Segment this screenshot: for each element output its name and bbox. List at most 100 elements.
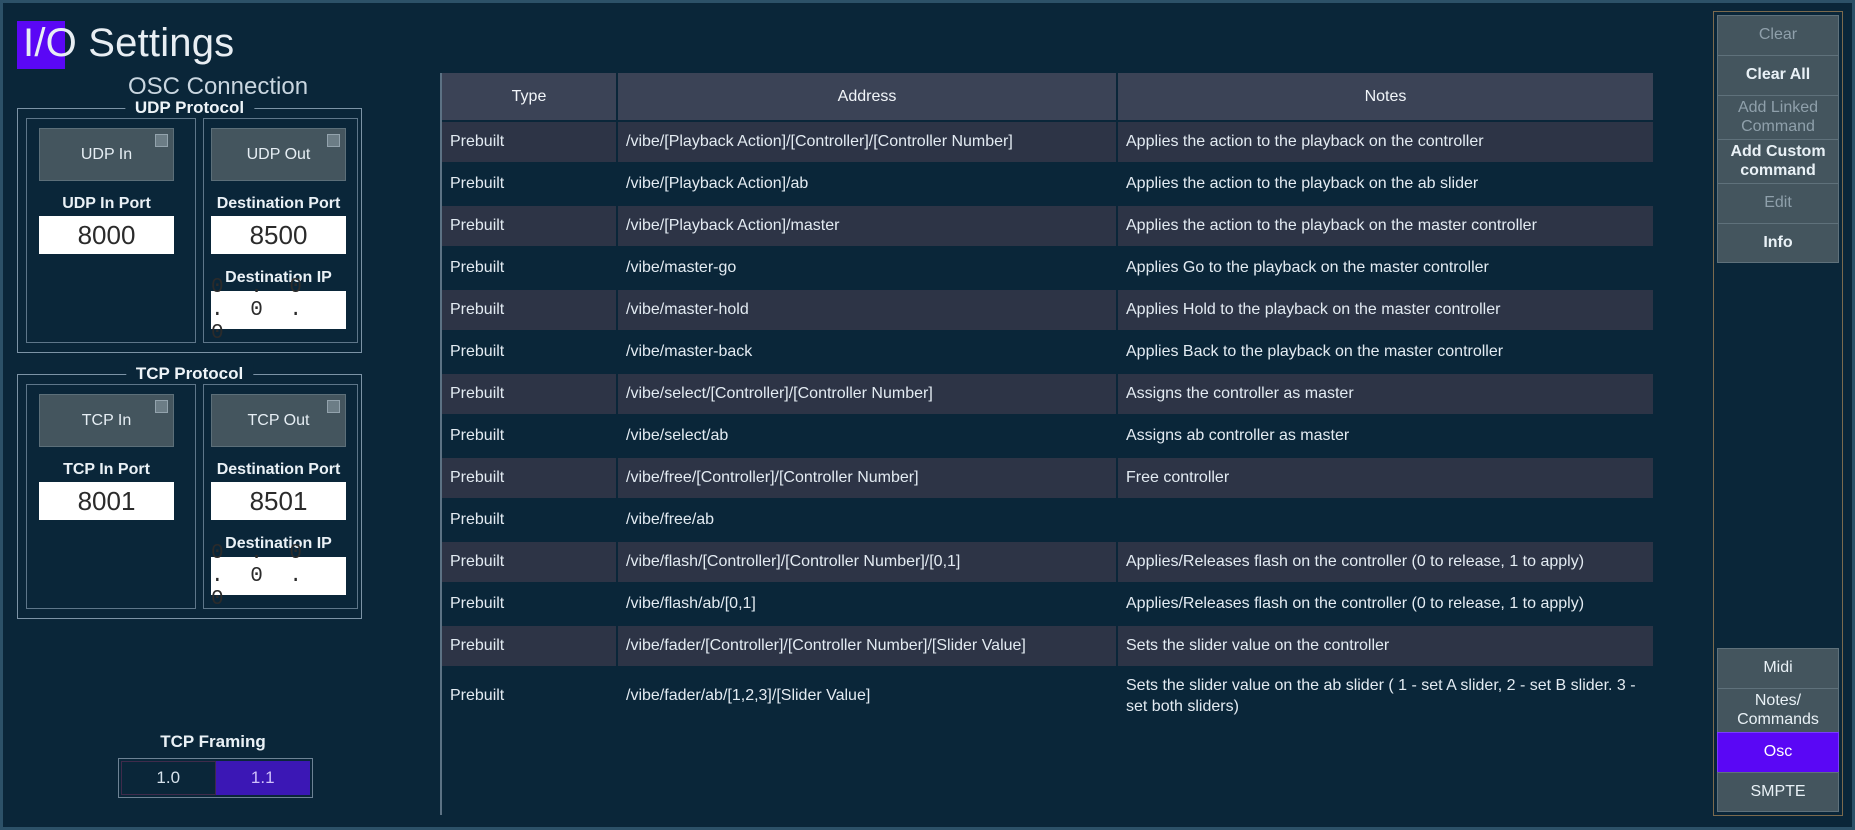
table-row[interactable]: Prebuilt/vibe/[Playback Action]/ab Applie… — [442, 163, 1655, 206]
page-title: I/O Settings — [17, 15, 234, 71]
action-sidebar: Clear Clear All Add Linked Command Add Cust… — [1713, 11, 1843, 816]
tcp-in-port-input[interactable]: 8001 — [39, 482, 174, 520]
cell-notes: Sets the slider value on the controller — [1117, 625, 1655, 668]
table-row[interactable]: Prebuilt/vibe/flash/ab/[0,1] Applies/Rele… — [442, 583, 1655, 626]
table-row[interactable]: Prebuilt/vibe/fader/[Controller]/[Contro… — [442, 625, 1655, 668]
table-row[interactable]: Prebuilt/vibe/[Playback Action]/[Control… — [442, 121, 1655, 164]
cell-address: /vibe/fader/[Controller]/[Controller Num… — [617, 625, 1118, 668]
tcp-framing-option-1-0[interactable]: 1.0 — [121, 761, 216, 795]
io-settings-window: I/O Settings OSC Connection UDP Protocol… — [0, 0, 1855, 830]
table-row[interactable]: Prebuilt/vibe/free/[Controller]/[Control… — [442, 457, 1655, 500]
udp-out-port-input[interactable]: 8500 — [211, 216, 346, 254]
table-row[interactable]: Prebuilt/vibe/select/[Controller]/[Contr… — [442, 373, 1655, 416]
cell-address: /vibe/select/ab — [617, 415, 1118, 458]
cell-address: /vibe/select/[Controller]/[Controller Nu… — [617, 373, 1118, 416]
tcp-in-toggle[interactable]: TCP In — [39, 394, 174, 447]
udp-out-port-label: Destination Port — [216, 195, 341, 212]
udp-in-port-label: UDP In Port — [62, 195, 151, 212]
table-row[interactable]: Prebuilt/vibe/master-hold Applies Hold to… — [442, 289, 1655, 332]
cell-type: Prebuilt — [442, 247, 618, 290]
cell-address: /vibe/[Playback Action]/master — [617, 205, 1118, 248]
cell-type: Prebuilt — [442, 205, 618, 248]
cell-type: Prebuilt — [442, 541, 618, 584]
osc-connection-label: OSC Connection — [127, 73, 309, 100]
table-header-row: Type Address Notes — [442, 73, 1655, 122]
cell-type: Prebuilt — [442, 457, 618, 500]
cell-type: Prebuilt — [442, 667, 618, 728]
cell-notes: Applies the action to the playback on th… — [1117, 163, 1655, 206]
cell-type: Prebuilt — [442, 289, 618, 332]
cell-notes — [1117, 499, 1655, 542]
table-row[interactable]: Prebuilt/vibe/select/ab Assigns ab contro… — [442, 415, 1655, 458]
cell-type: Prebuilt — [442, 373, 618, 416]
sidebar-top-button-clear: Clear — [1717, 15, 1839, 55]
tcp-framing-selector[interactable]: 1.0 1.1 — [118, 758, 313, 798]
cell-type: Prebuilt — [442, 163, 618, 206]
tcp-in-checkbox-icon[interactable] — [155, 400, 168, 413]
osc-connection-panel: UDP Protocol UDP In UDP In Port 8000 UDP… — [13, 98, 433, 818]
cell-address: /vibe/fader/ab/[1,2,3]/[Slider Value] — [617, 667, 1118, 728]
tcp-out-port-label: Destination Port — [216, 461, 341, 478]
tcp-out-toggle-label: TCP Out — [247, 411, 310, 429]
table-row[interactable]: Prebuilt/vibe/fader/ab/[1,2,3]/[Slider V… — [442, 667, 1655, 728]
sidebar-bottom-button-notes-commands[interactable]: Notes/ Commands — [1717, 688, 1839, 732]
cell-notes: Applies/Releases flash on the controller… — [1117, 583, 1655, 626]
sidebar-top-button-info[interactable]: Info — [1717, 223, 1839, 263]
tcp-framing-label: TCP Framing — [160, 732, 266, 751]
cell-notes: Assigns ab controller as master — [1117, 415, 1655, 458]
tcp-out-ip-input[interactable]: 0 . 0 . 0 . 0 — [211, 542, 346, 611]
cell-address: /vibe/flash/[Controller]/[Controller Num… — [617, 541, 1118, 584]
sidebar-bottom-button-smpte[interactable]: SMPTE — [1717, 772, 1839, 812]
cell-address: /vibe/[Playback Action]/ab — [617, 163, 1118, 206]
sidebar-top-button-clear-all[interactable]: Clear All — [1717, 55, 1839, 95]
table-row[interactable]: Prebuilt/vibe/flash/[Controller]/[Contro… — [442, 541, 1655, 584]
table-row[interactable]: Prebuilt/vibe/master-back Applies Back to… — [442, 331, 1655, 374]
sidebar-bottom-tabs: Midi Notes/ Commands Osc SMPTE — [1717, 648, 1839, 812]
udp-protocol-title: UDP Protocol — [124, 98, 255, 118]
sidebar-top-button-edit: Edit — [1717, 183, 1839, 223]
page-title-text: I/O Settings — [23, 21, 235, 65]
udp-in-toggle[interactable]: UDP In — [39, 128, 174, 181]
cell-address: /vibe/free/ab — [617, 499, 1118, 542]
column-header-notes[interactable]: Notes — [1117, 73, 1655, 122]
osc-commands-table: Type Address Notes Prebuilt/vibe/[Playba… — [440, 73, 1655, 815]
tcp-out-port-input[interactable]: 8501 — [211, 482, 346, 520]
table-row[interactable]: Prebuilt/vibe/master-go Applies Go to the… — [442, 247, 1655, 290]
cell-type: Prebuilt — [442, 625, 618, 668]
tcp-out-checkbox-icon[interactable] — [327, 400, 340, 413]
tcp-out-toggle[interactable]: TCP Out — [211, 394, 346, 447]
sidebar-top-button-add-linked-command: Add Linked Command — [1717, 95, 1839, 139]
udp-out-checkbox-icon[interactable] — [327, 134, 340, 147]
udp-in-checkbox-icon[interactable] — [155, 134, 168, 147]
cell-notes: Applies/Releases flash on the controller… — [1117, 541, 1655, 584]
cell-notes: Applies Hold to the playback on the mast… — [1117, 289, 1655, 332]
cell-address: /vibe/master-back — [617, 331, 1118, 374]
udp-out-toggle[interactable]: UDP Out — [211, 128, 346, 181]
sidebar-bottom-button-osc[interactable]: Osc — [1717, 732, 1839, 772]
cell-notes: Free controller — [1117, 457, 1655, 500]
column-header-address[interactable]: Address — [617, 73, 1118, 122]
sidebar-top-button-add-custom-command[interactable]: Add Custom command — [1717, 139, 1839, 183]
udp-out-toggle-label: UDP Out — [246, 145, 311, 163]
column-header-type[interactable]: Type — [442, 73, 618, 122]
cell-notes: Sets the slider value on the ab slider (… — [1117, 667, 1655, 728]
cell-address: /vibe/[Playback Action]/[Controller]/[Co… — [617, 121, 1118, 164]
cell-address: /vibe/master-hold — [617, 289, 1118, 332]
cell-type: Prebuilt — [442, 331, 618, 374]
cell-type: Prebuilt — [442, 121, 618, 164]
cell-notes: Assigns the controller as master — [1117, 373, 1655, 416]
tcp-in-toggle-label: TCP In — [81, 411, 132, 429]
table-row[interactable]: Prebuilt/vibe/[Playback Action]/master Ap… — [442, 205, 1655, 248]
tcp-framing-option-1-1[interactable]: 1.1 — [215, 761, 310, 795]
cell-notes: Applies Go to the playback on the master… — [1117, 247, 1655, 290]
table-row[interactable]: Prebuilt/vibe/free/ab — [442, 499, 1655, 542]
tcp-in-port-label: TCP In Port — [63, 461, 150, 478]
cell-address: /vibe/flash/ab/[0,1] — [617, 583, 1118, 626]
udp-in-toggle-label: UDP In — [80, 145, 133, 163]
sidebar-top-actions: Clear Clear All Add Linked Command Add Cust… — [1717, 15, 1839, 263]
udp-in-port-input[interactable]: 8000 — [39, 216, 174, 254]
cell-notes: Applies the action to the playback on th… — [1117, 205, 1655, 248]
sidebar-bottom-button-midi[interactable]: Midi — [1717, 648, 1839, 688]
udp-out-ip-input[interactable]: 0 . 0 . 0 . 0 — [211, 276, 346, 345]
cell-type: Prebuilt — [442, 499, 618, 542]
